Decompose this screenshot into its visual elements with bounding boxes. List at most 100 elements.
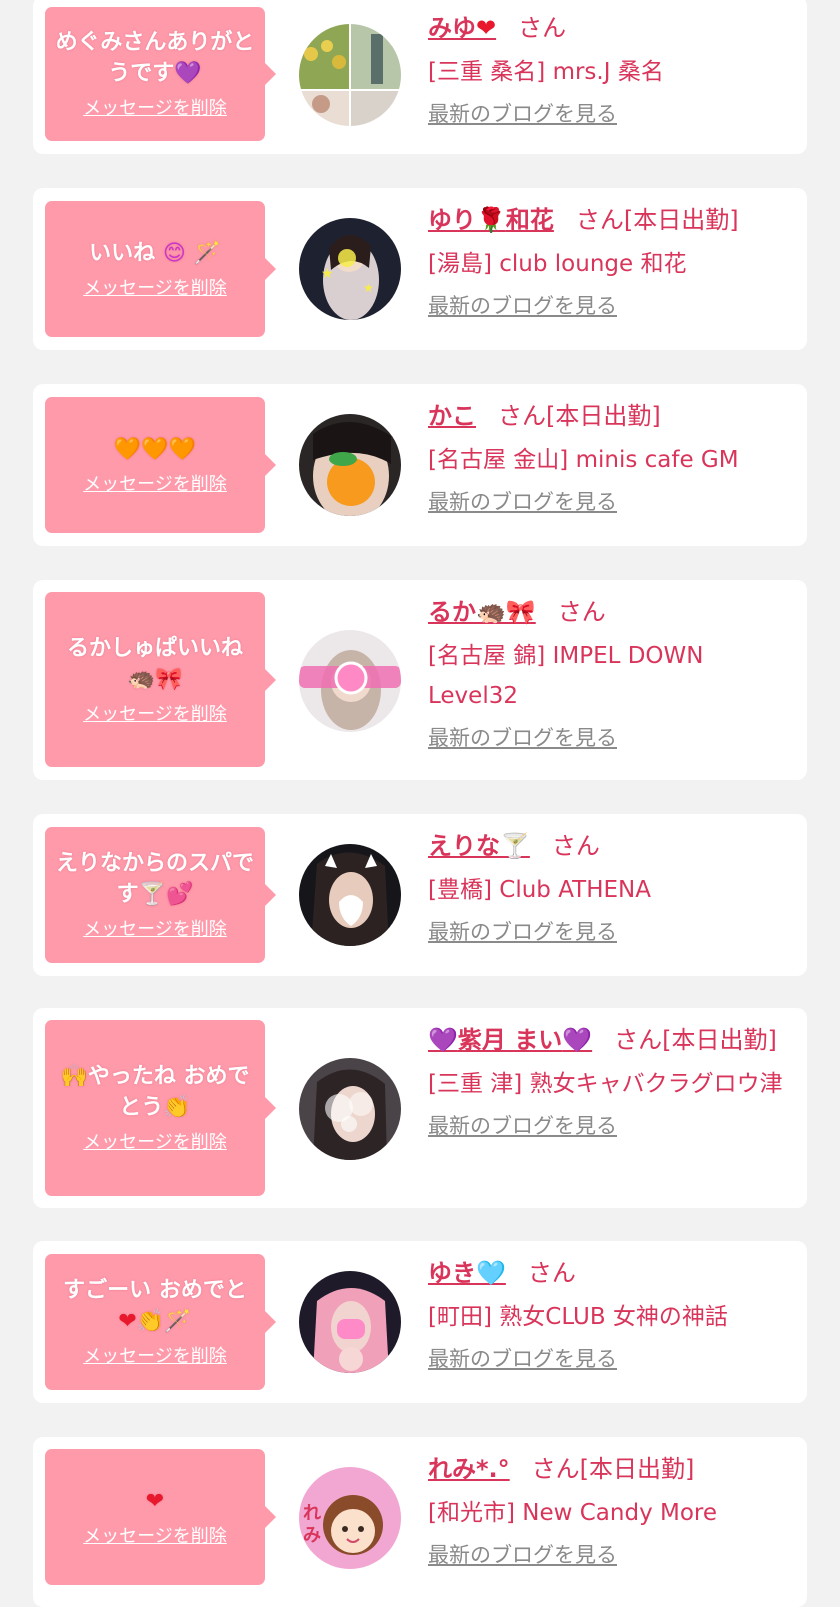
purple-heart-icon: 💜 — [562, 1026, 593, 1054]
message-bubble: ❤ メッセージを削除 — [45, 1449, 276, 1585]
message-bubble: めぐみさんありがとうです💜 メッセージを削除 — [45, 7, 276, 141]
latest-blog-link[interactable]: 最新のブログを見る — [428, 916, 617, 948]
blue-heart-icon: 🩵 — [476, 1259, 506, 1287]
delete-message-link[interactable]: メッセージを削除 — [83, 97, 227, 121]
honorific: さん — [614, 1026, 663, 1054]
message-text: ❤ — [146, 1486, 164, 1517]
latest-blog-link[interactable]: 最新のブログを見る — [428, 290, 617, 322]
message-card: すごーい おめでと ❤👏🪄 メッセージを削除 ゆき🩵 さん [町田] 熟女CLUB… — [33, 1241, 807, 1403]
sender-info: ゆき🩵 さん [町田] 熟女CLUB 女神の神話 最新のブログを見る — [428, 1255, 795, 1375]
honorific: さん — [557, 598, 606, 626]
message-card: いいね 😊 🪄 メッセージを削除 ★ ★ ゆり🌹和花 さん[本日出勤] [湯島] … — [33, 188, 807, 350]
message-bubble: 🧡🧡🧡 メッセージを削除 — [45, 397, 276, 533]
message-text: 🙌やったね おめでとう👏 — [55, 1061, 255, 1123]
message-bubble: るかしゅぱいいね 🦔🎀 メッセージを削除 — [45, 592, 276, 767]
message-card: 🙌やったね おめでとう👏 メッセージを削除 💜紫月 まい💜 さん[本日出勤] [三… — [33, 1008, 807, 1208]
rose-icon: 🌹 — [476, 206, 506, 234]
delete-message-link[interactable]: メッセージを削除 — [83, 277, 227, 301]
heart-icon: ❤ — [476, 14, 497, 42]
sender-name-link[interactable]: 💜紫月 まい💜 — [428, 1026, 592, 1054]
hedgehog-ribbon-icon: 🦔🎀 — [476, 598, 536, 626]
honorific: さん — [575, 206, 624, 234]
message-card: えりなからのスパです🍸💕 メッセージを削除 えりな🍸 さん [豊橋] Club A… — [33, 814, 807, 976]
sender-info: えりな🍸 さん [豊橋] Club ATHENA 最新のブログを見る — [428, 828, 795, 948]
latest-blog-link[interactable]: 最新のブログを見る — [428, 486, 617, 518]
message-text: えりなからのスパです🍸💕 — [55, 848, 255, 910]
avatar[interactable] — [299, 844, 401, 946]
status-badge: [本日出勤] — [623, 206, 739, 234]
message-text: 🧡🧡🧡 — [114, 434, 196, 465]
honorific: さん — [551, 832, 600, 860]
message-body: いいね — [89, 240, 156, 266]
sender-info: れみ*.° さん[本日出勤] [和光市] New Candy More 最新のブロ… — [428, 1451, 795, 1571]
hedgehog-ribbon-icon: 🦔🎀 — [127, 666, 183, 692]
shop-info: [和光市] New Candy More — [428, 1500, 718, 1526]
message-bubble: 🙌やったね おめでとう👏 メッセージを削除 — [45, 1020, 276, 1196]
avatar[interactable] — [299, 1058, 401, 1160]
clap-icon: 👏 — [163, 1095, 191, 1120]
delete-message-link[interactable]: メッセージを削除 — [83, 703, 227, 727]
heart-clap-icon: ❤👏🪄 — [118, 1309, 192, 1334]
shop-info: [湯島] club lounge 和花 — [428, 251, 687, 277]
avatar[interactable] — [299, 414, 401, 516]
delete-message-link[interactable]: メッセージを削除 — [83, 473, 227, 497]
status-badge: [本日出勤] — [579, 1455, 695, 1483]
latest-blog-link[interactable]: 最新のブログを見る — [428, 1539, 617, 1571]
cocktail-icon: 🍸 — [500, 832, 530, 860]
latest-blog-link[interactable]: 最新のブログを見る — [428, 1343, 617, 1375]
message-bubble: いいね 😊 🪄 メッセージを削除 — [45, 201, 276, 337]
svg-text:れ: れ — [303, 1503, 321, 1524]
avatar[interactable] — [299, 24, 401, 126]
delete-message-link[interactable]: メッセージを削除 — [83, 1525, 227, 1549]
sender-info: るか🦔🎀 さん [名古屋 錦] IMPEL DOWN Level32 最新のブログ… — [428, 594, 795, 754]
honorific: さん — [527, 1259, 576, 1287]
smile-emoji-icon: 😊 🪄 — [162, 240, 221, 266]
status-badge: [本日出勤] — [662, 1026, 777, 1054]
honorific: さん — [498, 402, 546, 430]
status-badge: [本日出勤] — [546, 402, 661, 430]
delete-message-link[interactable]: メッセージを削除 — [83, 918, 227, 942]
message-card: 🧡🧡🧡 メッセージを削除 かこ さん[本日出勤] [名古屋 金山] minis c… — [33, 384, 807, 546]
avatar[interactable]: れ み — [299, 1467, 401, 1569]
avatar[interactable] — [299, 630, 401, 732]
shop-info: [三重 桑名] mrs.J 桑名 — [428, 59, 664, 85]
sender-info: みゆ❤ さん [三重 桑名] mrs.J 桑名 最新のブログを見る — [428, 10, 795, 130]
sender-info: かこ さん[本日出勤] [名古屋 金山] minis cafe GM 最新のブログ… — [428, 398, 795, 518]
message-card: めぐみさんありがとうです💜 メッセージを削除 みゆ❤ さん [三重 桑名] mrs… — [33, 0, 807, 154]
delete-message-link[interactable]: メッセージを削除 — [83, 1345, 227, 1369]
latest-blog-link[interactable]: 最新のブログを見る — [428, 1110, 617, 1142]
message-body: めぐみさんありがとうです — [55, 30, 255, 86]
message-text: るかしゅぱいいね 🦔🎀 — [67, 633, 243, 695]
sender-info: 💜紫月 まい💜 さん[本日出勤] [三重 津] 熟女キャバクラグロウ津 最新のブロ… — [428, 1022, 795, 1142]
latest-blog-link[interactable]: 最新のブログを見る — [428, 98, 617, 130]
svg-text:★: ★ — [363, 281, 374, 295]
sender-name-link[interactable]: みゆ❤ — [428, 14, 496, 42]
avatar[interactable]: ★ ★ — [299, 218, 401, 320]
shop-info: [三重 津] 熟女キャバクラグロウ津 — [428, 1071, 783, 1097]
message-text: すごーい おめでと ❤👏🪄 — [55, 1275, 255, 1337]
message-body: すごーい おめでと — [63, 1278, 247, 1303]
message-card: ❤ メッセージを削除 れ み れみ*.° さん[本日出勤] [和光市] New C… — [33, 1437, 807, 1607]
latest-blog-link[interactable]: 最新のブログを見る — [428, 722, 617, 754]
honorific: さん — [531, 1455, 580, 1483]
message-text: いいね 😊 🪄 — [89, 238, 221, 269]
sender-name-link[interactable]: えりな🍸 — [428, 832, 530, 860]
avatar[interactable] — [299, 1271, 401, 1373]
sender-name-link[interactable]: かこ — [428, 402, 476, 430]
sender-info: ゆり🌹和花 さん[本日出勤] [湯島] club lounge 和花 最新のブログ… — [428, 202, 795, 322]
sender-name-link[interactable]: ゆり🌹和花 — [428, 206, 554, 234]
delete-message-link[interactable]: メッセージを削除 — [83, 1131, 227, 1155]
shop-info: [豊橋] Club ATHENA — [428, 877, 651, 903]
heart-icon: ❤ — [145, 1488, 165, 1514]
svg-text:★: ★ — [321, 266, 334, 282]
sender-name-link[interactable]: ゆき🩵 — [428, 1259, 506, 1287]
cocktail-heart-icon: 🍸💕 — [138, 882, 194, 907]
message-bubble: すごーい おめでと ❤👏🪄 メッセージを削除 — [45, 1254, 276, 1390]
purple-heart-icon: 💜 — [428, 1026, 458, 1054]
sender-name-link[interactable]: れみ*.° — [428, 1455, 510, 1483]
message-bubble: えりなからのスパです🍸💕 メッセージを削除 — [45, 827, 276, 963]
message-body: るかしゅぱいいね — [66, 635, 243, 661]
shop-info: [名古屋 金山] minis cafe GM — [428, 447, 739, 473]
shop-info: [町田] 熟女CLUB 女神の神話 — [428, 1304, 728, 1330]
sender-name-link[interactable]: るか🦔🎀 — [428, 598, 536, 626]
